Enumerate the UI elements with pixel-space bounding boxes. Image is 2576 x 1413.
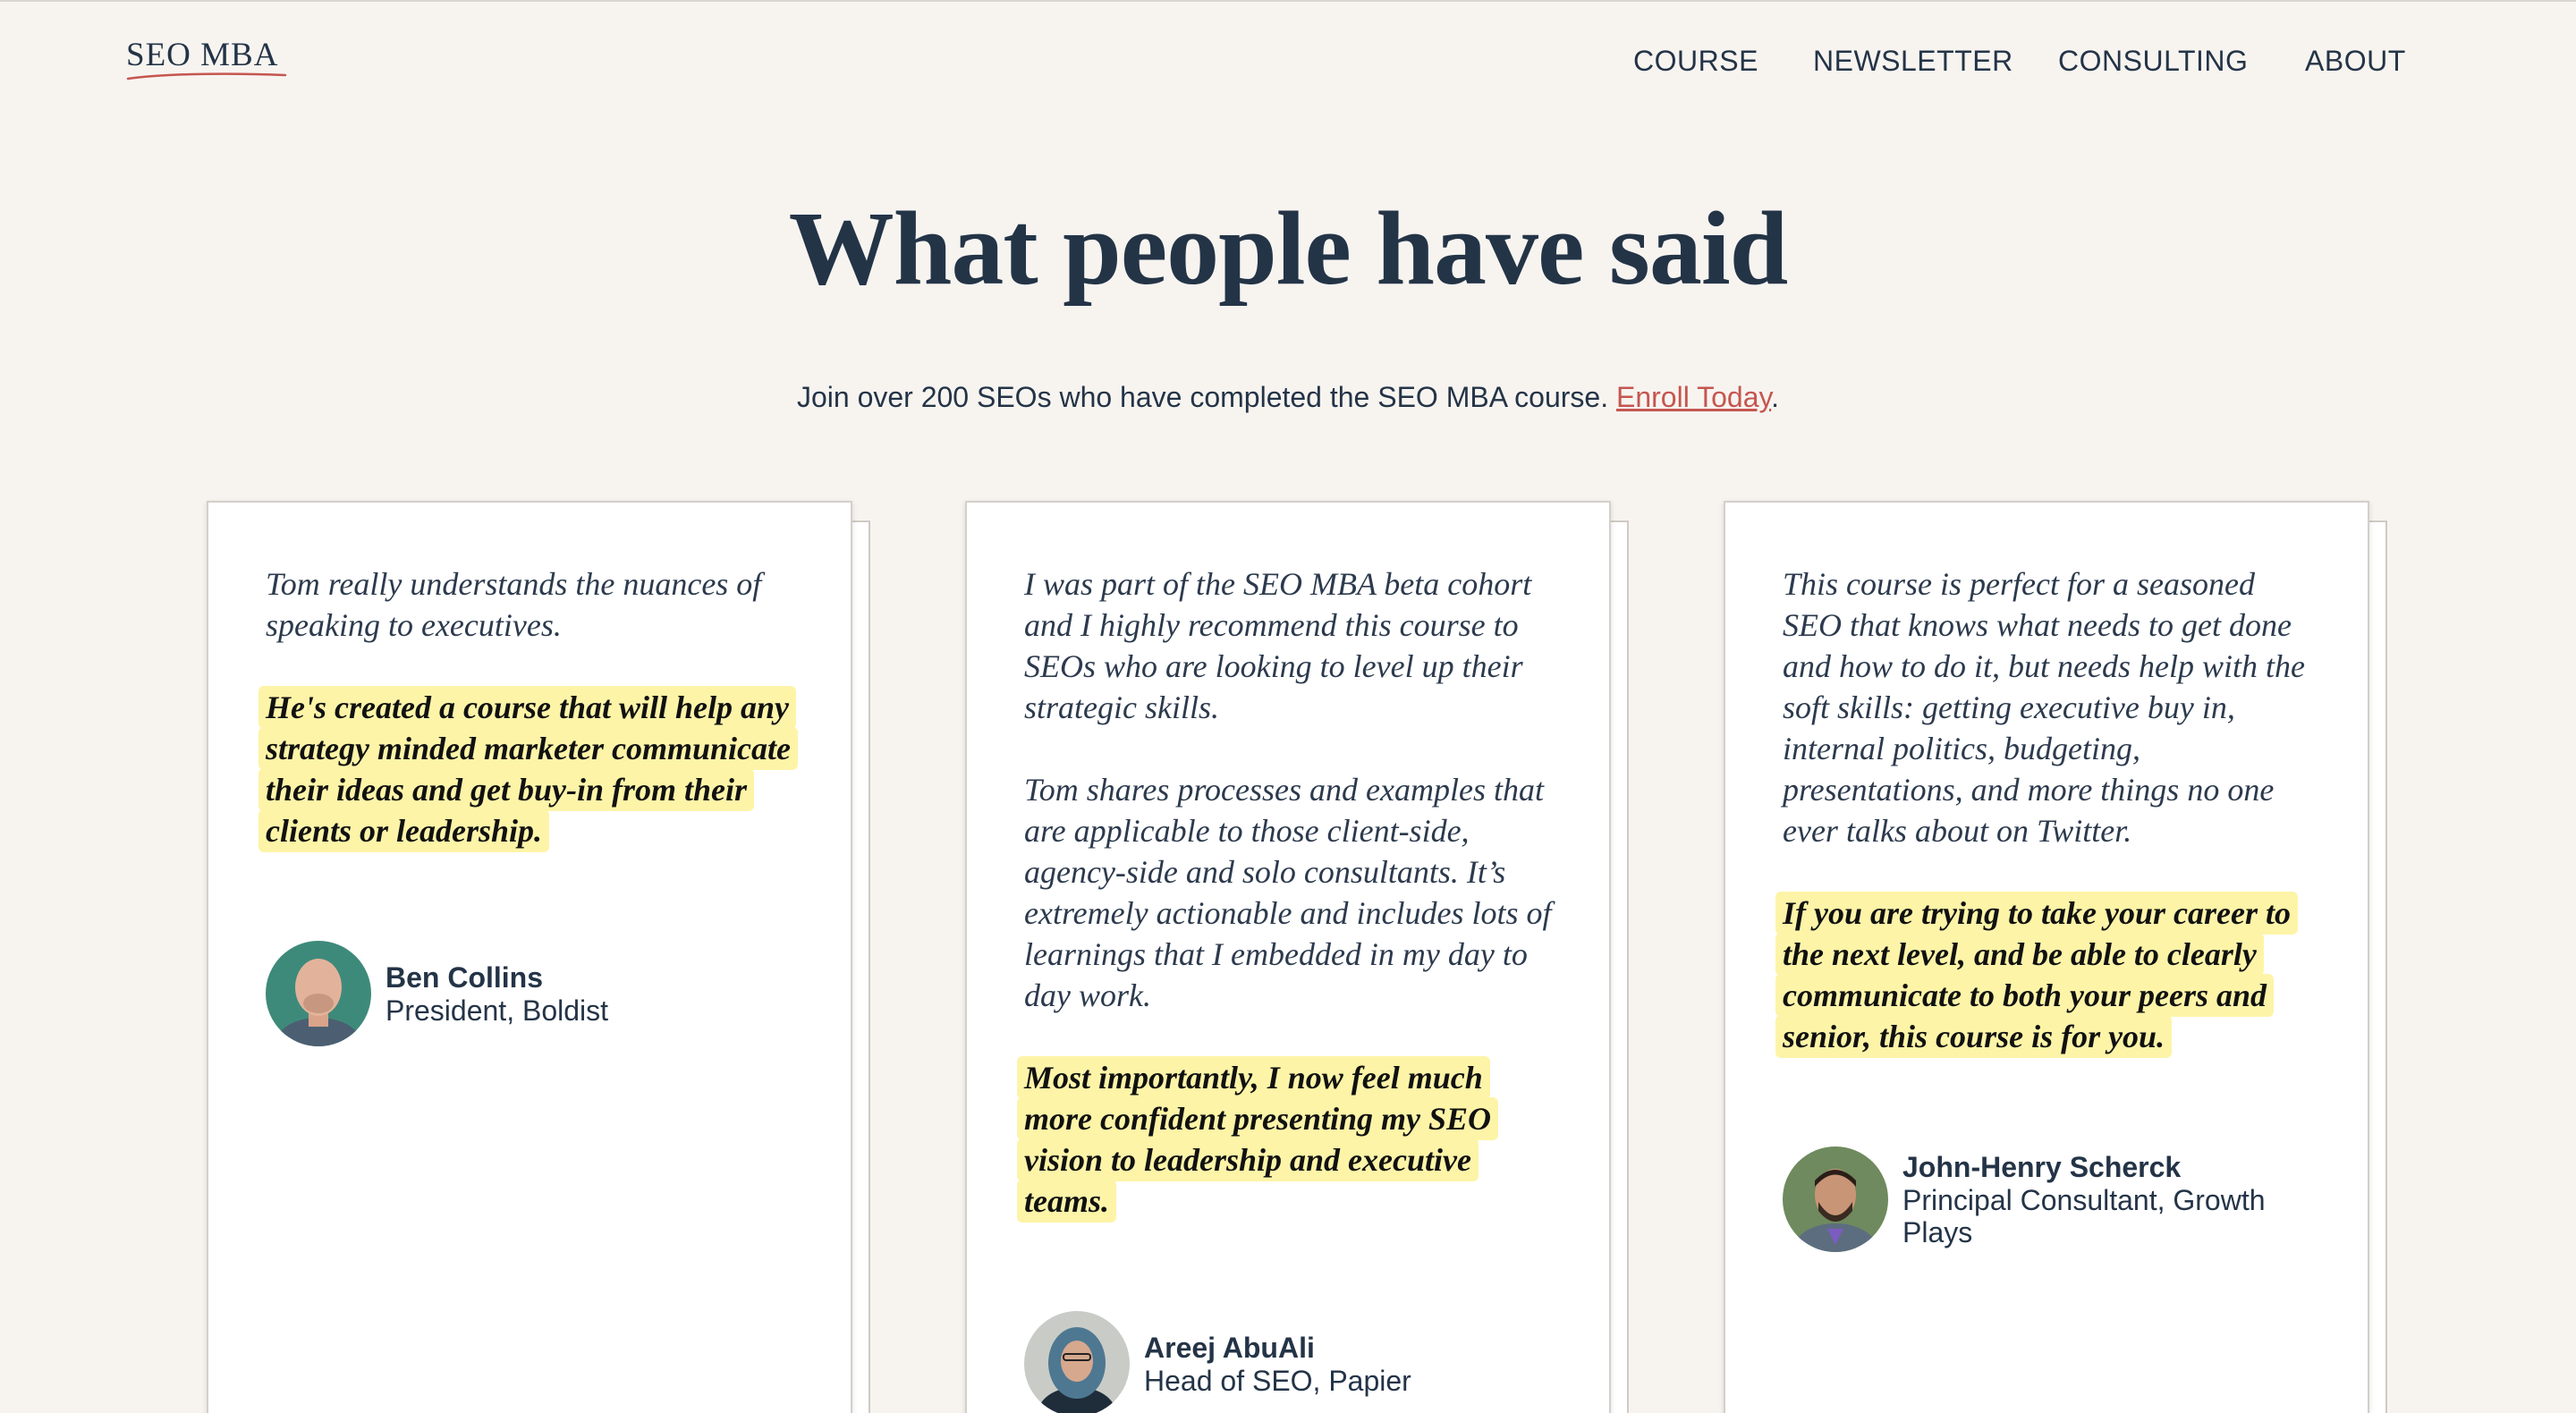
testimonial-author: Areej AbuAli Head of SEO, Papier — [1024, 1311, 1554, 1413]
nav-course[interactable]: COURSE — [1633, 45, 1758, 78]
testimonial-quote: Tom shares processes and examples that a… — [1024, 772, 1552, 1013]
testimonial-author: Ben Collins President, Boldist — [266, 941, 795, 1046]
nav-about[interactable]: ABOUT — [2305, 45, 2406, 78]
highlight-text: He's created a course that will help any… — [258, 686, 798, 852]
author-name: Areej AbuAli — [1144, 1332, 1315, 1364]
author-role: President, Boldist — [386, 994, 609, 1027]
testimonial-card: I was part of the SEO MBA beta cohort an… — [965, 501, 1629, 1413]
highlight-text: Most importantly, I now feel much more c… — [1017, 1056, 1499, 1223]
testimonial-card-front: This course is perfect for a seasoned SE… — [1724, 501, 2369, 1413]
avatar — [1024, 1311, 1130, 1413]
testimonial-highlight: Most importantly, I now feel much more c… — [1017, 1056, 1554, 1223]
nav-consulting[interactable]: CONSULTING — [2058, 45, 2248, 78]
author-name: Ben Collins — [386, 961, 544, 994]
top-border — [0, 0, 2576, 2]
hero-subtitle-suffix: . — [1771, 381, 1780, 413]
author-name: John-Henry Scherck — [1902, 1151, 2182, 1183]
testimonial-highlight: If you are trying to take your career to… — [1775, 892, 2312, 1058]
testimonial-highlight: He's created a course that will help any… — [258, 686, 798, 852]
testimonial-card-front: I was part of the SEO MBA beta cohort an… — [965, 501, 1611, 1413]
highlight-text: If you are trying to take your career to… — [1775, 892, 2298, 1058]
author-info: John-Henry Scherck Principal Consultant,… — [1902, 1150, 2312, 1248]
main-nav: COURSE NEWSLETTER CONSULTING ABOUT — [0, 45, 2576, 80]
enroll-today-link[interactable]: Enroll Today — [1616, 381, 1771, 413]
testimonial-quote: This course is perfect for a seasoned SE… — [1783, 566, 2305, 849]
author-info: Areej AbuAli Head of SEO, Papier — [1144, 1331, 1411, 1397]
author-info: Ben Collins President, Boldist — [386, 960, 608, 1027]
testimonial-card-front: Tom really understands the nuances of sp… — [207, 501, 852, 1413]
hero-subtitle-text: Join over 200 SEOs who have completed th… — [796, 381, 1609, 413]
avatar — [1783, 1146, 1888, 1252]
page-title: What people have said — [788, 190, 1789, 307]
testimonial-card: Tom really understands the nuances of sp… — [207, 501, 870, 1413]
testimonial-author: John-Henry Scherck Principal Consultant,… — [1783, 1146, 2312, 1252]
nav-newsletter[interactable]: NEWSLETTER — [1813, 45, 2013, 78]
testimonial-card: This course is perfect for a seasoned SE… — [1724, 501, 2387, 1413]
author-role: Principal Consultant, Growth Plays — [1902, 1184, 2266, 1248]
avatar — [266, 941, 371, 1046]
testimonial-quote: I was part of the SEO MBA beta cohort an… — [1024, 566, 1532, 725]
hero-subtitle: Join over 200 SEOs who have completed th… — [0, 381, 2576, 414]
testimonial-quote: Tom really understands the nuances of sp… — [266, 566, 762, 643]
author-role: Head of SEO, Papier — [1144, 1365, 1411, 1397]
